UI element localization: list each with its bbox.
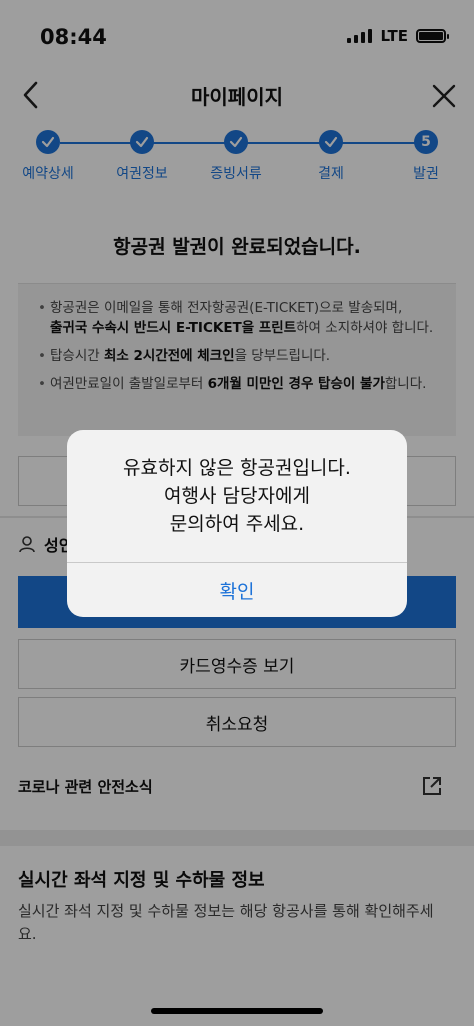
home-indicator — [151, 1008, 323, 1014]
alert-confirm-button[interactable]: 확인 — [67, 563, 407, 617]
alert-line: 유효하지 않은 항공권입니다. — [123, 457, 351, 479]
alert-line: 여행사 담당자에게 — [164, 485, 310, 507]
alert-dialog: 유효하지 않은 항공권입니다. 여행사 담당자에게 문의하여 주세요. 확인 — [67, 430, 407, 617]
alert-message: 유효하지 않은 항공권입니다. 여행사 담당자에게 문의하여 주세요. — [67, 454, 407, 538]
alert-line: 문의하여 주세요. — [169, 513, 305, 535]
